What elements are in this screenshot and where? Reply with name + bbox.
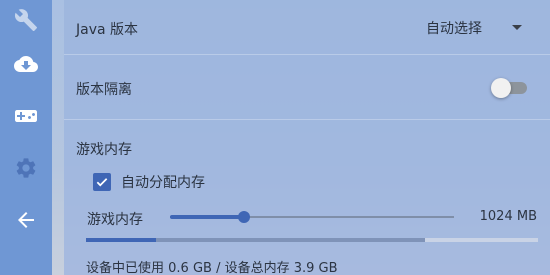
memory-usage-text: 设备中已使用 0.6 GB / 设备总内存 3.9 GB [86,261,338,275]
gear-icon [16,158,36,178]
version-isolation-row: 版本隔离 [64,56,550,120]
version-isolation-toggle[interactable] [491,78,527,98]
settings-panel: Java 版本 自动选择 版本隔离 游戏内存 自动分配内存 游戏内存 1024 … [64,0,550,275]
game-memory-section: 游戏内存 自动分配内存 游戏内存 1024 MB 设备中已使用 0.6 GB /… [64,121,550,275]
checkbox-box [93,173,111,191]
java-version-row: Java 版本 自动选择 [64,0,550,55]
version-isolation-label: 版本隔离 [76,82,132,98]
auto-allocate-checkbox[interactable]: 自动分配内存 [93,171,205,193]
java-version-value: 自动选择 [426,21,482,37]
sidebar-item-download[interactable] [0,44,52,84]
slider-fill [170,215,244,219]
slider-thumb[interactable] [237,211,250,223]
gamepad-icon [15,110,37,122]
sidebar-item-settings[interactable] [0,0,52,40]
cloud-download-icon [14,56,38,72]
background-strip [52,0,64,275]
game-memory-title: 游戏内存 [76,142,132,158]
auto-allocate-label: 自动分配内存 [121,175,205,191]
sidebar-item-preferences[interactable] [0,148,52,188]
memory-slider-label: 游戏内存 [87,212,143,228]
sidebar [0,0,52,275]
chevron-down-icon [512,25,522,30]
arrow-left-icon [18,212,34,228]
memory-slider-value: 1024 MB [479,209,537,224]
wrench-icon [14,9,37,31]
memory-slider[interactable] [170,207,454,227]
sidebar-item-game[interactable] [0,96,52,136]
memory-used-fill [86,238,156,242]
back-button[interactable] [0,200,52,240]
check-icon [96,178,108,187]
memory-usage-bar [86,238,538,242]
toggle-thumb [491,78,511,98]
java-version-label: Java 版本 [76,22,139,38]
java-version-select[interactable]: 自动选择 [426,17,536,39]
